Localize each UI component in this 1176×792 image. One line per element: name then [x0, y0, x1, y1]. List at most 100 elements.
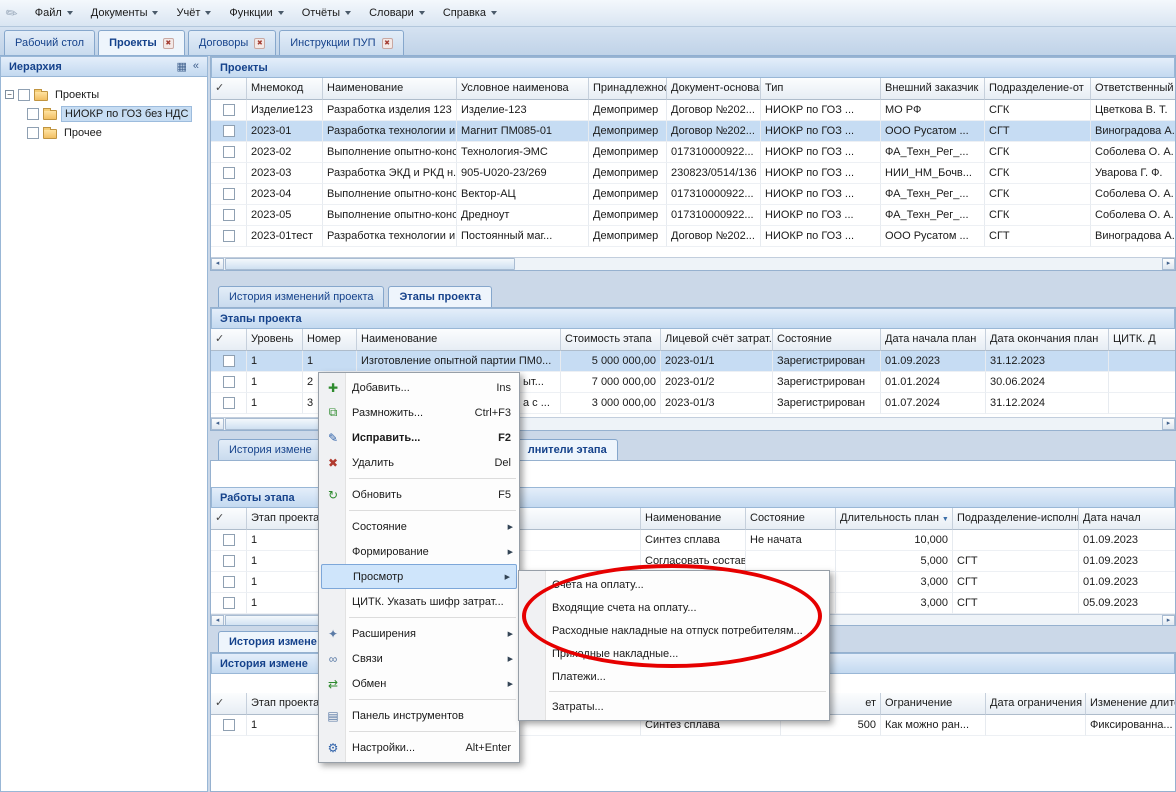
column-header[interactable]: Изменение длите — [1086, 693, 1175, 715]
row-checkbox[interactable] — [223, 555, 235, 567]
menu-item-state[interactable]: Состояние▶ — [319, 514, 519, 539]
row-checkbox[interactable] — [223, 397, 235, 409]
menu-item-extensions[interactable]: ✦Расширения▶ — [319, 621, 519, 646]
tab-desktop[interactable]: Рабочий стол — [4, 30, 95, 55]
scroll-left-icon[interactable]: ◂ — [211, 418, 224, 430]
column-header[interactable]: Наименование — [641, 508, 746, 530]
menu-documents[interactable]: Документы — [82, 2, 168, 24]
tree-item-projects[interactable]: − Проекты — [5, 85, 203, 104]
row-checkbox[interactable] — [223, 209, 235, 221]
column-header[interactable]: Дата ограничения — [986, 693, 1086, 715]
column-header[interactable]: Дата начал — [1079, 508, 1175, 530]
collapse-icon[interactable]: − — [5, 90, 14, 99]
menu-item-incoming-invoices[interactable]: Входящие счета на оплату... — [519, 596, 829, 619]
column-header[interactable]: Принадлежность — [589, 78, 667, 100]
layout-grid-icon[interactable]: ▦ — [176, 60, 186, 73]
menu-item-exchange[interactable]: ⇄Обмен▶ — [319, 671, 519, 696]
scroll-right-icon[interactable]: ▸ — [1162, 615, 1175, 626]
row-checkbox[interactable] — [223, 104, 235, 116]
menu-dictionaries[interactable]: Словари — [360, 2, 434, 24]
row-checkbox[interactable] — [223, 576, 235, 588]
column-header[interactable]: Наименование — [357, 329, 561, 351]
column-header[interactable]: Ограничение — [881, 693, 986, 715]
column-header[interactable]: Документ-основан — [667, 78, 761, 100]
menu-file[interactable]: Файл — [26, 2, 82, 24]
menu-item-payments[interactable]: Платежи... — [519, 665, 829, 688]
menu-item-citk-cost-code[interactable]: ЦИТК. Указать шифр затрат... — [319, 589, 519, 614]
menu-item-delete[interactable]: ✖УдалитьDel — [319, 450, 519, 475]
scroll-left-icon[interactable]: ◂ — [211, 615, 224, 626]
table-row[interactable]: 2023-04Выполнение опытно-конс...Вектор-А… — [211, 184, 1175, 205]
column-header[interactable]: Внешний заказчик — [881, 78, 985, 100]
table-row[interactable]: 2023-01тестРазработка технологии и...Пос… — [211, 226, 1175, 247]
column-header[interactable]: Состояние — [773, 329, 881, 351]
column-header[interactable]: ЦИТК. Д — [1109, 329, 1175, 351]
menu-item-settings[interactable]: ⚙Настройки...Alt+Enter — [319, 735, 519, 760]
row-checkbox[interactable] — [223, 719, 235, 731]
column-header[interactable]: Подразделение-от — [985, 78, 1091, 100]
tab-project-history[interactable]: История изменений проекта — [218, 286, 384, 307]
select-all-header[interactable]: ✓ — [211, 508, 247, 530]
column-header[interactable]: Тип — [761, 78, 881, 100]
menu-item-toolbar-panel[interactable]: ▤Панель инструментов — [319, 703, 519, 728]
column-header[interactable]: Наименование — [323, 78, 457, 100]
tab-project-stages[interactable]: Этапы проекта — [388, 286, 492, 307]
tree-item-niokr-goz[interactable]: НИОКР по ГОЗ без НДС — [5, 104, 203, 123]
row-checkbox[interactable] — [223, 230, 235, 242]
menu-item-formation[interactable]: Формирование▶ — [319, 539, 519, 564]
table-row[interactable]: 2023-01Разработка технологии и...Магнит … — [211, 121, 1175, 142]
row-checkbox[interactable] — [223, 534, 235, 546]
tree-checkbox[interactable] — [27, 108, 39, 120]
menu-item-edit[interactable]: ✎Исправить...F2 — [319, 425, 519, 450]
tab-projects[interactable]: Проекты✖ — [98, 30, 185, 55]
column-header[interactable]: Дата окончания план — [986, 329, 1109, 351]
menu-item-duplicate[interactable]: ⧉Размножить...Ctrl+F3 — [319, 400, 519, 425]
scroll-right-icon[interactable]: ▸ — [1162, 418, 1175, 430]
column-header[interactable]: Мнемокод — [247, 78, 323, 100]
column-header[interactable]: Ответственный — [1091, 78, 1175, 100]
menu-reports[interactable]: Отчёты — [293, 2, 360, 24]
close-icon[interactable]: ✖ — [382, 38, 393, 49]
column-header[interactable]: Уровень — [247, 329, 303, 351]
menu-item-view[interactable]: Просмотр▶ — [321, 564, 517, 589]
row-checkbox[interactable] — [223, 597, 235, 609]
close-icon[interactable]: ✖ — [163, 38, 174, 49]
collapse-sidebar-icon[interactable]: « — [193, 60, 199, 73]
column-header[interactable]: Длительность план▼ — [836, 508, 953, 530]
column-header[interactable]: Стоимость этапа — [561, 329, 661, 351]
tab-history[interactable]: История измене — [218, 631, 328, 652]
row-checkbox[interactable] — [223, 146, 235, 158]
table-row[interactable]: Изделие123Разработка изделия 123Изделие-… — [211, 100, 1175, 121]
row-checkbox[interactable] — [223, 355, 235, 367]
column-header[interactable]: Подразделение-исполнитель.. — [953, 508, 1079, 530]
row-checkbox[interactable] — [223, 125, 235, 137]
menu-accounting[interactable]: Учёт — [167, 2, 220, 24]
menu-item-outgoing-waybills[interactable]: Расходные накладные на отпуск потребител… — [519, 619, 829, 642]
row-checkbox[interactable] — [223, 376, 235, 388]
menu-item-incoming-waybills[interactable]: Приходные накладные... — [519, 642, 829, 665]
horizontal-scrollbar[interactable]: ◂ ▸ — [211, 257, 1175, 270]
tab-stage-history[interactable]: История измене — [218, 439, 323, 460]
tree-checkbox[interactable] — [27, 127, 39, 139]
tab-contracts[interactable]: Договоры✖ — [188, 30, 276, 55]
scroll-left-icon[interactable]: ◂ — [211, 258, 224, 270]
column-header[interactable]: Дата начала план — [881, 329, 986, 351]
select-all-header[interactable]: ✓ — [211, 78, 247, 100]
column-header[interactable]: Состояние — [746, 508, 836, 530]
table-row[interactable]: 2023-02Выполнение опытно-конс...Технолог… — [211, 142, 1175, 163]
row-checkbox[interactable] — [223, 188, 235, 200]
table-row[interactable]: 11Изготовление опытной партии ПМ0...5 00… — [211, 351, 1175, 372]
close-icon[interactable]: ✖ — [254, 38, 265, 49]
tab-stage-executors[interactable]: лнители этапа — [517, 439, 618, 460]
scroll-right-icon[interactable]: ▸ — [1162, 258, 1175, 270]
tab-pup-instructions[interactable]: Инструкции ПУП✖ — [279, 30, 403, 55]
tree-item-other[interactable]: Прочее — [5, 123, 203, 142]
tree-checkbox[interactable] — [18, 89, 30, 101]
scroll-thumb[interactable] — [225, 258, 515, 270]
menu-item-add[interactable]: ✚Добавить...Ins — [319, 375, 519, 400]
menu-item-refresh[interactable]: ↻ОбновитьF5 — [319, 482, 519, 507]
row-checkbox[interactable] — [223, 167, 235, 179]
select-all-header[interactable]: ✓ — [211, 693, 247, 715]
select-all-header[interactable]: ✓ — [211, 329, 247, 351]
column-header[interactable]: Условное наименова — [457, 78, 589, 100]
